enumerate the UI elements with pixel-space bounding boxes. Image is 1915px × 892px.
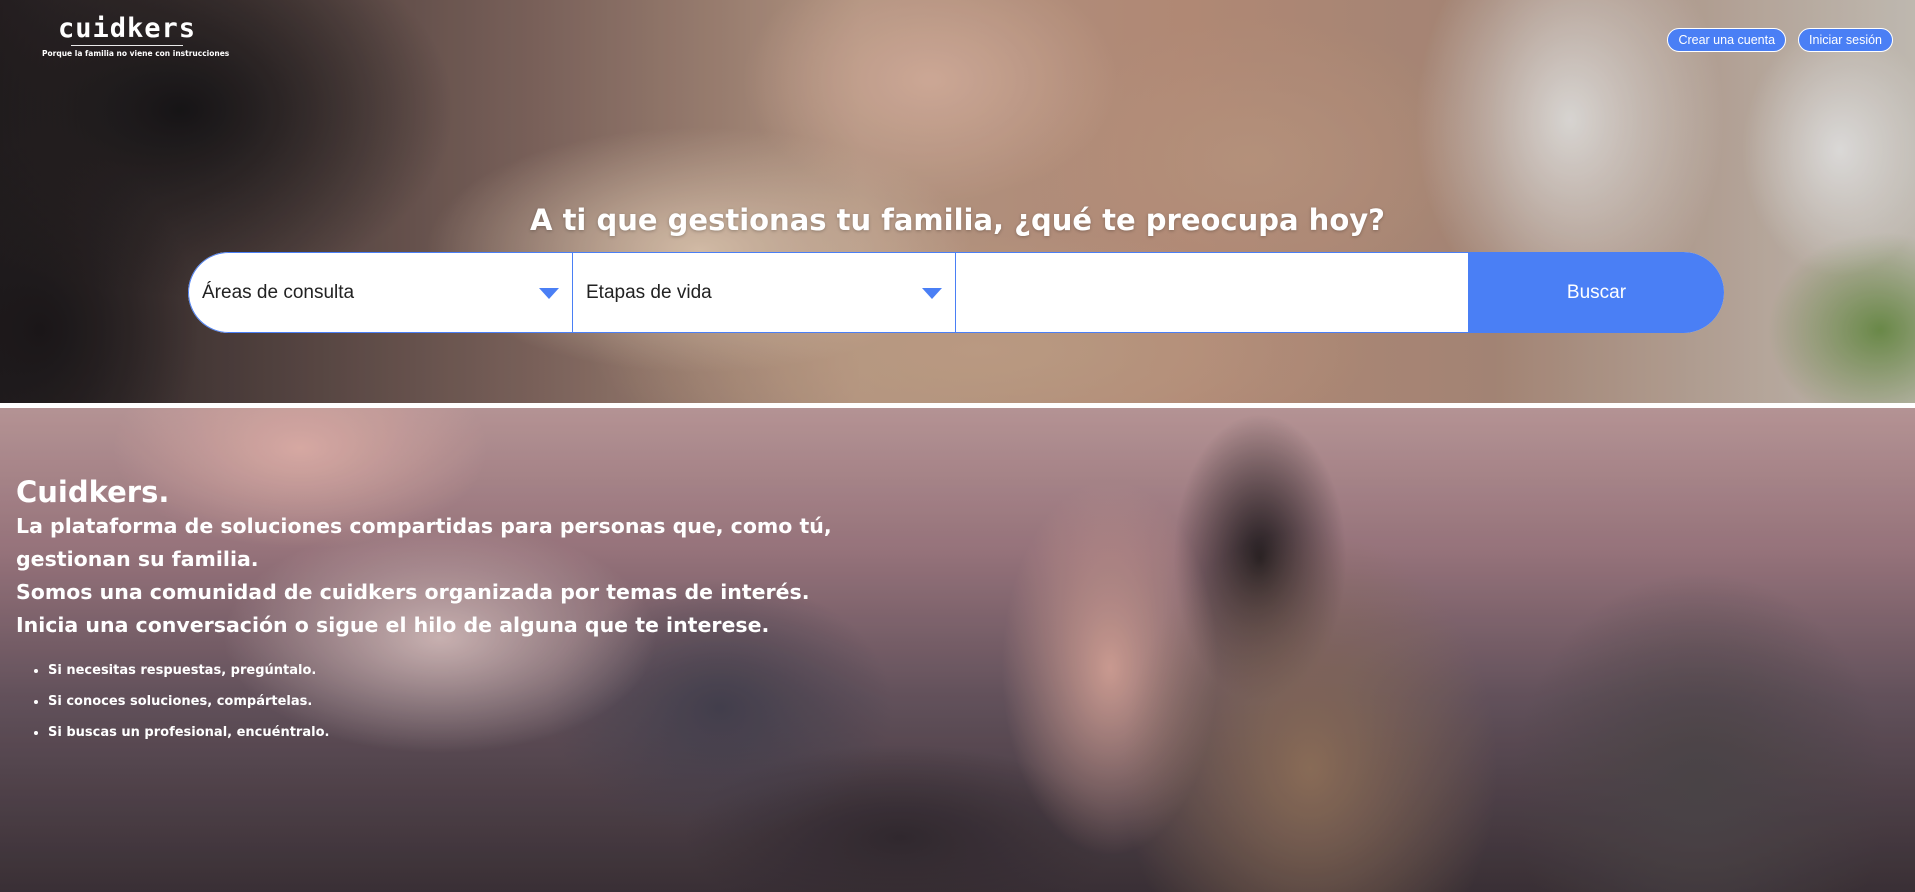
stages-select-value: Etapas de vida (586, 281, 712, 303)
brand-tagline: Porque la familia no viene con instrucci… (42, 49, 230, 58)
list-item: Si conoces soluciones, compártelas. (48, 686, 832, 717)
list-item: Si buscas un profesional, encuéntralo. (48, 717, 832, 748)
intro-line: Somos una comunidad de cuidkers organiza… (16, 580, 810, 604)
areas-select[interactable]: Áreas de consulta (188, 252, 573, 333)
intro-bullet-list: Si necesitas respuestas, pregúntalo. Si … (48, 655, 832, 748)
hero-title: A ti que gestionas tu familia, ¿qué te p… (530, 203, 1385, 237)
intro-line: gestionan su familia. (16, 547, 259, 571)
search-bar: Áreas de consulta Etapas de vida Buscar (188, 252, 1724, 333)
stages-select[interactable]: Etapas de vida (573, 252, 956, 333)
brand-underline (71, 45, 183, 46)
chevron-down-icon (922, 288, 942, 299)
intro-section: Cuidkers. La plataforma de soluciones co… (0, 408, 1915, 892)
intro-line: Inicia una conversación o sigue el hilo … (16, 613, 770, 637)
create-account-button[interactable]: Crear una cuenta (1667, 28, 1787, 52)
intro-text: Cuidkers. La plataforma de soluciones co… (16, 474, 832, 748)
login-button[interactable]: Iniciar sesión (1798, 28, 1893, 52)
intro-heading: Cuidkers. (16, 475, 170, 509)
brand-logo[interactable]: cuidkers Porque la familia no viene con … (42, 13, 230, 59)
hero-background-image (0, 0, 1915, 403)
auth-buttons: Crear una cuenta Iniciar sesión (1667, 28, 1893, 52)
search-input[interactable] (956, 252, 1469, 333)
hero-section: cuidkers Porque la familia no viene con … (0, 0, 1915, 403)
areas-select-value: Áreas de consulta (202, 281, 355, 303)
list-item: Si necesitas respuestas, pregúntalo. (48, 655, 832, 686)
intro-line: La plataforma de soluciones compartidas … (16, 514, 832, 538)
search-button[interactable]: Buscar (1469, 252, 1724, 333)
chevron-down-icon (539, 288, 559, 299)
brand-name: cuidkers (57, 13, 197, 44)
